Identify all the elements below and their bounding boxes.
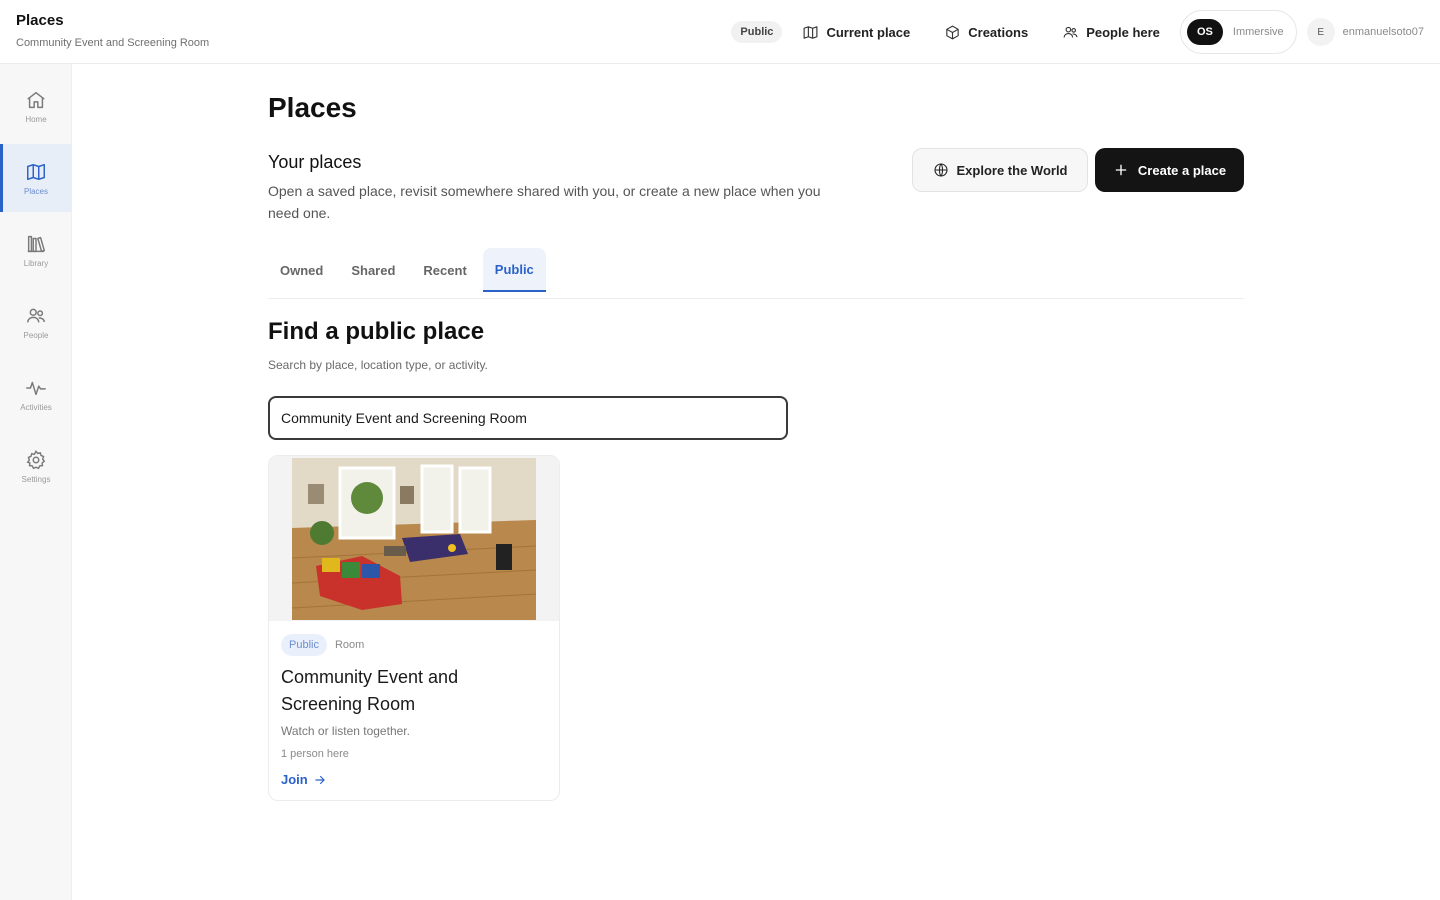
tab-shared[interactable]: Shared [339, 248, 407, 292]
globe-icon [933, 163, 948, 177]
avatar: E [1306, 18, 1335, 46]
place-card[interactable]: Public Room Community Event and Screenin… [268, 455, 560, 801]
sidebar-item-label: Library [23, 258, 49, 268]
cube-icon [946, 25, 959, 39]
people-here-link[interactable]: People here [1062, 24, 1160, 41]
room-thumbnail-image [292, 457, 536, 620]
public-badge: Public [281, 634, 327, 656]
sidebar-item-settings[interactable]: Settings [0, 432, 72, 500]
sidebar-item-library[interactable]: Library [0, 216, 72, 284]
home-icon [27, 91, 45, 108]
sidebar-item-label: People [23, 330, 49, 340]
join-label: Join [281, 772, 308, 787]
place-type: Room [334, 639, 365, 651]
create-place-button[interactable]: Create a place [1095, 148, 1244, 192]
map-icon [803, 25, 818, 39]
creations-label: Creations [968, 24, 1029, 40]
tab-owned[interactable]: Owned [268, 248, 335, 292]
tab-recent[interactable]: Recent [411, 248, 478, 292]
divider [268, 298, 1244, 299]
top-actions: Public Current place Creations People he… [731, 10, 1424, 54]
place-description: Watch or listen together. [281, 724, 410, 738]
section-description: Open a saved place, revisit somewhere sh… [268, 183, 821, 221]
sidebar-item-places[interactable]: Places [0, 144, 72, 212]
place-tabs: Owned Shared Recent Public [268, 248, 546, 292]
people-here-label: People here [1086, 24, 1160, 40]
sidebar-item-label: Activities [20, 402, 52, 412]
sidebar-item-activities[interactable]: Activities [0, 360, 72, 428]
sidebar-item-label: Places [23, 186, 48, 196]
immersive-mode-label[interactable]: Immersive [1233, 26, 1284, 38]
sidebar-item-people[interactable]: People [0, 288, 72, 356]
current-place-link[interactable]: Current place [802, 24, 910, 41]
activity-icon [26, 381, 46, 395]
plus-icon [1115, 164, 1127, 176]
sidebar: Home Places Library People Activities Se… [0, 64, 72, 900]
sidebar-item-home[interactable]: Home [0, 72, 72, 140]
room-thumbnail [269, 456, 559, 621]
library-icon [27, 235, 45, 252]
user-menu[interactable]: E enmanuelsoto07 [1306, 18, 1424, 46]
os-mode-badge[interactable]: OS [1186, 19, 1223, 45]
sidebar-item-label: Settings [21, 474, 51, 484]
find-public-place-description: Search by place, location type, or activ… [268, 358, 488, 372]
create-place-label: Create a place [1137, 162, 1227, 178]
find-public-place-title: Find a public place [268, 318, 485, 345]
current-place-label: Current place [826, 24, 911, 40]
arrow-right-icon [315, 775, 325, 784]
tab-public[interactable]: Public [482, 248, 546, 292]
people-icon [27, 308, 45, 322]
search-input[interactable] [268, 396, 788, 440]
join-button[interactable]: Join [281, 772, 327, 787]
place-title: Community Event and Screening Room [281, 667, 459, 714]
map-icon [27, 163, 45, 180]
page-title: Places [268, 92, 357, 123]
explore-world-button[interactable]: Explore the World [912, 148, 1088, 192]
people-count: 1 person here [281, 748, 349, 760]
explore-world-label: Explore the World [956, 162, 1068, 178]
section-title: Your places [268, 152, 362, 172]
sidebar-item-label: Home [25, 114, 47, 124]
app-title: Places [16, 12, 64, 29]
username: enmanuelsoto07 [1342, 26, 1424, 38]
gear-icon [26, 449, 46, 469]
top-bar: Places Community Event and Screening Roo… [0, 0, 1440, 64]
card-tags: Public Room [281, 634, 364, 656]
visibility-badge: Public [731, 21, 783, 43]
people-icon [1063, 26, 1078, 38]
creations-link[interactable]: Creations [944, 24, 1028, 41]
mode-switch[interactable]: OS Immersive [1179, 10, 1297, 54]
current-place-subtitle: Community Event and Screening Room [16, 37, 210, 49]
